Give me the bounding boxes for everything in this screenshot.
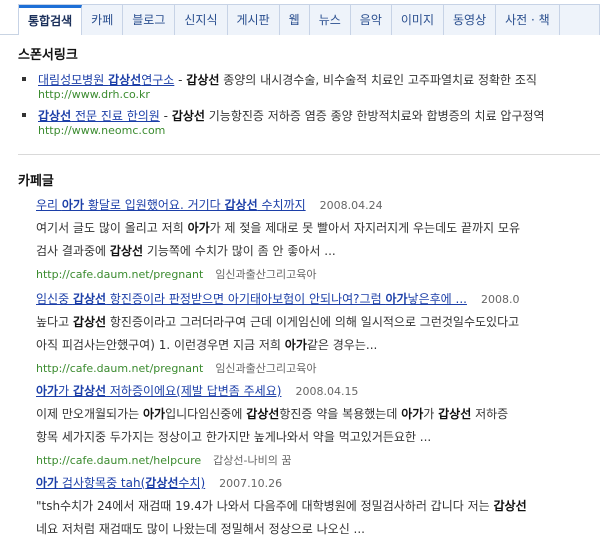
result-cafe-name[interactable]: 임신과출산그리고육아 — [215, 268, 316, 281]
sponsor-url[interactable]: http://www.neomc.com — [38, 124, 165, 137]
tab-8[interactable]: 이미지 — [392, 5, 444, 35]
result-date: 2008.0 — [480, 293, 520, 306]
result-snippet-line: 높다고 갑상선 항진증이라고 그러더라구여 근데 이게임신에 의해 일시적으로 … — [36, 315, 520, 329]
tab-9[interactable]: 동영상 — [444, 5, 497, 35]
result-date: 2007.10.26 — [219, 477, 283, 490]
result-title-link[interactable]: 아가 검사항목중 tah(갑상선수치) — [36, 476, 205, 490]
cafe-result: 아가 검사항목중 tah(갑상선수치) 2007.10.26 "tsh수치가 24에… — [36, 474, 600, 537]
sponsor-link[interactable]: 대림성모병원 갑상선연구소 — [38, 73, 174, 87]
result-date: 2008.04.15 — [295, 385, 359, 398]
result-date: 2008.04.24 — [319, 199, 383, 212]
result-cafe-name[interactable]: 갑상선-나비의 꿈 — [213, 454, 291, 467]
result-cafe-name[interactable]: 임신과출산그리고육아 — [215, 362, 316, 375]
cafe-result: 아가가 갑상선 저하증이에요(제발 답변좀 주세요) 2008.04.15 이제 만… — [36, 382, 600, 468]
sponsor-link[interactable]: 갑상선 전문 진료 한의원 — [38, 109, 160, 123]
bullet-icon — [22, 113, 26, 117]
result-snippet-line: 아직 피검사는안했구여) 1. 이런경우면 지금 저희 아가같은 경우는... — [36, 338, 378, 352]
section-divider — [18, 154, 600, 155]
cafe-result: 임신중 갑상선 항진증이라 판정받으면 아기태아보험이 안되나여?그럼 아가낳은… — [36, 290, 600, 376]
sponsor-url[interactable]: http://www.drh.co.kr — [38, 88, 150, 101]
sponsor-section: 스폰서링크 — [18, 44, 600, 63]
result-title-link[interactable]: 임신중 갑상선 항진증이라 판정받으면 아기태아보험이 안되나여?그럼 아가낳은… — [36, 292, 467, 306]
search-tabs: 통합검색 카페 블로그 신지식 게시판 웹 뉴스 음악 이미지 동영상 사전 · 책 — [0, 0, 600, 35]
cafe-title: 카페글 — [18, 174, 54, 189]
tab-4[interactable]: 게시판 — [228, 5, 280, 35]
result-url[interactable]: http://cafe.daum.net/pregnant — [36, 362, 203, 375]
tab-7[interactable]: 음악 — [351, 5, 392, 35]
bullet-icon — [22, 77, 26, 81]
cafe-section: 카페글 — [18, 170, 600, 189]
tab-bar: 통합검색 카페 블로그 신지식 게시판 웹 뉴스 음악 이미지 동영상 사전 · 책 — [18, 4, 600, 35]
sponsor-title: 스폰서링크 — [18, 48, 78, 63]
result-snippet-line: "tsh수치가 24에서 재검때 19.4가 나와서 다음주에 대학병원에 정밀… — [36, 499, 527, 513]
result-title-link[interactable]: 우리 아가 황달로 입원했어요. 거기다 갑상선 수치까지 — [36, 198, 306, 212]
result-title-link[interactable]: 아가가 갑상선 저하증이에요(제발 답변좀 주세요) — [36, 384, 281, 398]
result-snippet-line: 여기서 글도 많이 올리고 저희 아가가 제 젖을 제대로 못 빨아서 자지러지… — [36, 221, 520, 235]
tab-0[interactable]: 통합검색 — [19, 5, 83, 35]
tab-2[interactable]: 블로그 — [123, 5, 176, 35]
tab-6[interactable]: 뉴스 — [310, 5, 351, 35]
result-snippet-line: 네요 저처럼 재검때도 많이 나왔는데 정밀해서 정상으로 나오신 ... — [36, 522, 366, 536]
result-url[interactable]: http://cafe.daum.net/pregnant — [36, 268, 203, 281]
cafe-result: 우리 아가 황달로 입원했어요. 거기다 갑상선 수치까지 2008.04.24 여… — [36, 196, 600, 282]
result-snippet-line: 이제 만오개월되가는 아가입니다임신중에 갑상선항진증 약을 복용했는데 아가가… — [36, 407, 509, 421]
tab-3[interactable]: 신지식 — [175, 5, 228, 35]
tab-5[interactable]: 웹 — [280, 5, 310, 35]
tab-1[interactable]: 카페 — [82, 5, 124, 35]
result-snippet-line: 검사 결과중에 갑상선 기능쪽에 수치가 많이 좀 안 좋아서 ... — [36, 244, 336, 258]
result-snippet-line: 항목 세가지중 두가지는 정상이고 한가지만 높게나와서 약을 먹고있거든요한 … — [36, 430, 432, 444]
result-url[interactable]: http://cafe.daum.net/helpcure — [36, 454, 201, 467]
tab-10[interactable]: 사전 · 책 — [496, 5, 560, 35]
